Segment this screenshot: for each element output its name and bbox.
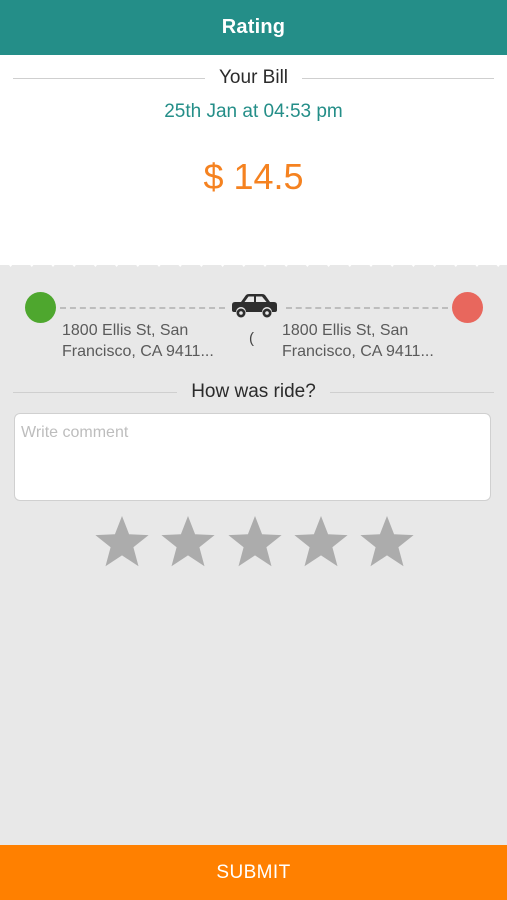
star-icon[interactable]	[291, 513, 351, 573]
comment-box	[14, 413, 491, 501]
submit-button[interactable]: SUBMIT	[0, 845, 507, 900]
rating-screen: Rating Your Bill 25th Jan at 04:53 pm $ …	[0, 0, 507, 900]
divider-right	[302, 77, 495, 79]
loading-spinner-icon: (	[249, 330, 254, 347]
dropoff-address: 1800 Ellis St, San Francisco, CA 9411...	[282, 320, 457, 362]
bill-section-header: Your Bill	[13, 67, 495, 89]
bill-card: Your Bill 25th Jan at 04:53 pm $ 14.5	[0, 55, 507, 265]
comment-input[interactable]	[15, 414, 490, 500]
divider-left	[13, 391, 178, 393]
star-icon[interactable]	[357, 513, 417, 573]
car-icon	[232, 294, 277, 318]
fare-amount: $ 14.5	[203, 156, 304, 197]
dropoff-address-line1: 1800 Ellis St, San	[282, 322, 409, 339]
route-summary: 1800 Ellis St, San Francisco, CA 9411...…	[0, 288, 507, 368]
pickup-dot-icon	[25, 292, 56, 323]
pickup-address-line1: 1800 Ellis St, San	[62, 322, 189, 339]
route-dash-right	[286, 307, 448, 309]
dropoff-address-line2: Francisco, CA 9411...	[282, 343, 434, 360]
submit-button-label: SUBMIT	[216, 861, 291, 883]
nav-bar: Rating	[0, 0, 507, 55]
divider-left	[13, 77, 205, 79]
page-title: Rating	[221, 16, 286, 38]
rating-section-header: How was ride?	[13, 381, 495, 403]
bill-section-label: Your Bill	[219, 67, 289, 88]
receipt-torn-edge	[0, 254, 507, 267]
star-icon[interactable]	[158, 513, 218, 573]
star-rating	[92, 513, 417, 573]
dropoff-dot-icon	[452, 292, 483, 323]
pickup-address: 1800 Ellis St, San Francisco, CA 9411...	[62, 320, 237, 362]
divider-right	[329, 391, 495, 393]
ride-date: 25th Jan at 04:53 pm	[164, 101, 343, 122]
rating-question: How was ride?	[191, 381, 316, 402]
pickup-address-line2: Francisco, CA 9411...	[62, 343, 214, 360]
star-icon[interactable]	[92, 513, 152, 573]
route-dash-left	[60, 307, 225, 309]
star-icon[interactable]	[225, 513, 285, 573]
